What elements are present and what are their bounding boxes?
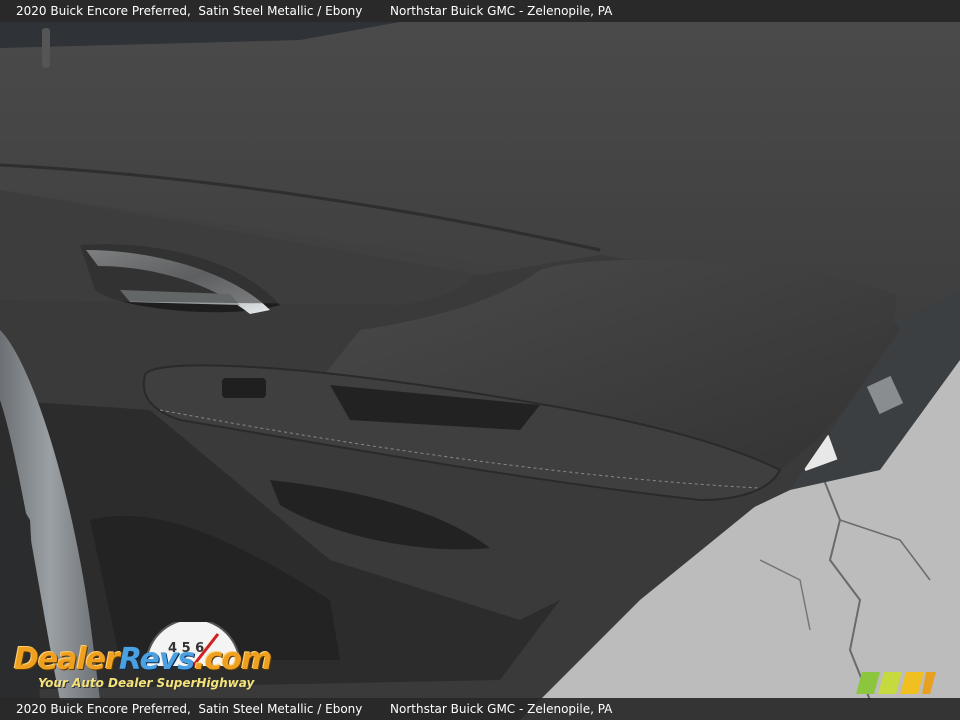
caption-bar-bottom: 2020 Buick Encore Preferred, Satin Steel… (0, 698, 960, 720)
stripes-logo-icon (856, 672, 936, 694)
caption-dealer: Northstar Buick GMC - Zelenopile, PA (390, 4, 613, 18)
watermark-tagline: Your Auto Dealer SuperHighway (38, 676, 255, 690)
caption-dealer: Northstar Buick GMC - Zelenopile, PA (390, 702, 613, 716)
lock-knob (42, 28, 50, 68)
caption-bar-top: 2020 Buick Encore Preferred, Satin Steel… (0, 0, 960, 22)
dealerrevs-watermark: 4 5 6 DealerRevs.com Your Auto Dealer Su… (10, 620, 272, 696)
door-panel-photo (0, 0, 960, 720)
caption-vehicle: 2020 Buick Encore Preferred, Satin Steel… (16, 702, 363, 716)
window-switch (222, 378, 266, 398)
watermark-brand: DealerRevs.com (14, 642, 272, 677)
caption-vehicle: 2020 Buick Encore Preferred, Satin Steel… (16, 4, 363, 18)
